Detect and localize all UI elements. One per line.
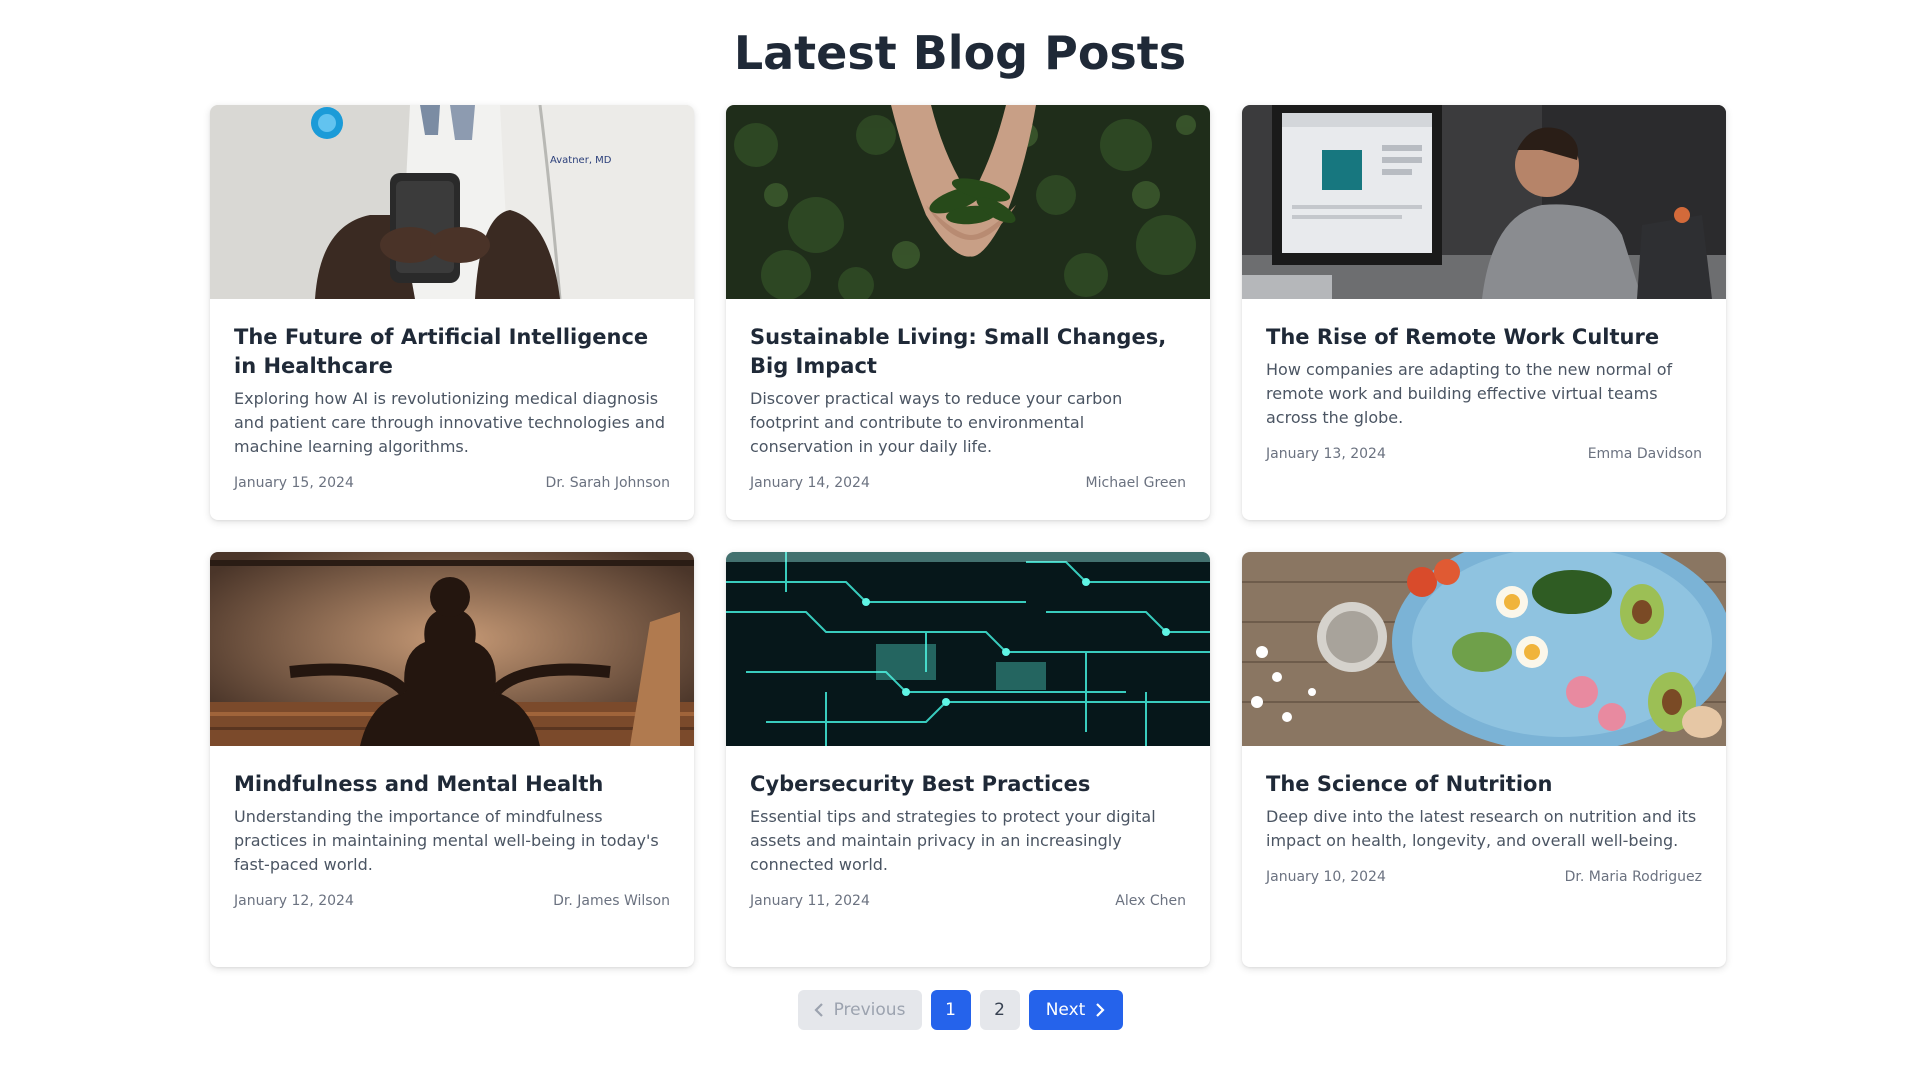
- card-meta: January 12, 2024 Dr. James Wilson: [234, 893, 670, 909]
- previous-label: Previous: [833, 1000, 906, 1020]
- card-meta: January 13, 2024 Emma Davidson: [1266, 446, 1702, 462]
- card-title[interactable]: Cybersecurity Best Practices: [750, 770, 1186, 799]
- card-meta: January 11, 2024 Alex Chen: [750, 893, 1186, 909]
- card-title[interactable]: The Rise of Remote Work Culture: [1266, 323, 1702, 352]
- chevron-left-icon: [814, 1003, 823, 1017]
- blog-card[interactable]: Avatner, MD The Future of Artificial Int…: [210, 105, 694, 520]
- card-image-circuit-board: [726, 552, 1210, 746]
- card-body: The Science of Nutrition Deep dive into …: [1242, 746, 1726, 905]
- page-title: Latest Blog Posts: [733, 26, 1187, 80]
- card-excerpt: Deep dive into the latest research on nu…: [1266, 807, 1697, 850]
- card-date: January 15, 2024: [234, 475, 354, 491]
- card-author: Michael Green: [1085, 475, 1186, 491]
- card-title[interactable]: Mindfulness and Mental Health: [234, 770, 670, 799]
- next-label: Next: [1045, 1000, 1086, 1020]
- card-image-man-at-computer: [1242, 105, 1726, 299]
- card-excerpt: Exploring how AI is revolutionizing medi…: [234, 389, 666, 456]
- previous-page-button[interactable]: Previous: [797, 990, 922, 1030]
- card-title[interactable]: The Science of Nutrition: [1266, 770, 1702, 799]
- card-excerpt: Discover practical ways to reduce your c…: [750, 389, 1123, 456]
- blog-card[interactable]: Cybersecurity Best Practices Essential t…: [726, 552, 1210, 967]
- card-image-healthy-food: [1242, 552, 1726, 746]
- card-title[interactable]: The Future of Artificial Intelligence in…: [234, 323, 670, 381]
- card-title[interactable]: Sustainable Living: Small Changes, Big I…: [750, 323, 1186, 381]
- blog-card[interactable]: The Science of Nutrition Deep dive into …: [1242, 552, 1726, 967]
- blog-card[interactable]: Mindfulness and Mental Health Understand…: [210, 552, 694, 967]
- card-date: January 13, 2024: [1266, 446, 1386, 462]
- card-image-meditation: [210, 552, 694, 746]
- card-author: Emma Davidson: [1587, 446, 1702, 462]
- pagination: Previous 1 2 Next: [0, 990, 1920, 1030]
- svg-text:Avatner, MD: Avatner, MD: [550, 155, 612, 166]
- blog-post-grid: Avatner, MD The Future of Artificial Int…: [210, 105, 1726, 967]
- card-excerpt: Understanding the importance of mindfuln…: [234, 807, 659, 874]
- card-body: The Rise of Remote Work Culture How comp…: [1242, 299, 1726, 482]
- card-author: Dr. Sarah Johnson: [545, 475, 670, 491]
- page-1-button[interactable]: 1: [930, 990, 971, 1030]
- card-meta: January 14, 2024 Michael Green: [750, 475, 1186, 491]
- card-body: Cybersecurity Best Practices Essential t…: [726, 746, 1210, 929]
- page-2-button[interactable]: 2: [979, 990, 1020, 1030]
- card-date: January 14, 2024: [750, 475, 870, 491]
- card-excerpt: How companies are adapting to the new no…: [1266, 360, 1673, 427]
- card-excerpt: Essential tips and strategies to protect…: [750, 807, 1156, 874]
- card-body: Sustainable Living: Small Changes, Big I…: [726, 299, 1210, 511]
- card-date: January 10, 2024: [1266, 869, 1386, 885]
- card-image-hands-fern: [726, 105, 1210, 299]
- blog-card[interactable]: Sustainable Living: Small Changes, Big I…: [726, 105, 1210, 520]
- card-author: Alex Chen: [1115, 893, 1186, 909]
- chevron-right-icon: [1096, 1003, 1105, 1017]
- card-author: Dr. James Wilson: [553, 893, 670, 909]
- next-page-button[interactable]: Next: [1028, 990, 1123, 1030]
- card-image-doctor-smartphone: Avatner, MD: [210, 105, 694, 299]
- card-body: Mindfulness and Mental Health Understand…: [210, 746, 694, 929]
- card-meta: January 15, 2024 Dr. Sarah Johnson: [234, 475, 670, 491]
- card-date: January 12, 2024: [234, 893, 354, 909]
- card-body: The Future of Artificial Intelligence in…: [210, 299, 694, 511]
- card-author: Dr. Maria Rodriguez: [1564, 869, 1702, 885]
- card-meta: January 10, 2024 Dr. Maria Rodriguez: [1266, 869, 1702, 885]
- blog-card[interactable]: The Rise of Remote Work Culture How comp…: [1242, 105, 1726, 520]
- card-date: January 11, 2024: [750, 893, 870, 909]
